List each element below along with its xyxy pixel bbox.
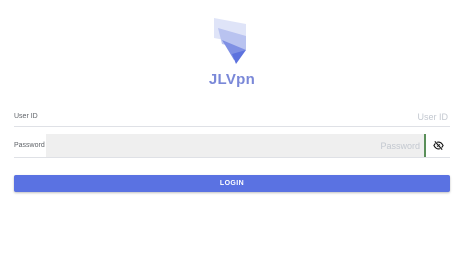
login-page: JLVpn User ID Password LOGIN: [0, 0, 464, 261]
user-id-row: User ID: [14, 107, 450, 127]
user-id-label: User ID: [14, 113, 38, 120]
jlvpn-logo-icon: [214, 18, 246, 64]
password-row: Password: [14, 134, 450, 158]
eye-slash-icon[interactable]: [426, 134, 450, 157]
user-id-input[interactable]: [46, 107, 450, 126]
login-button[interactable]: LOGIN: [14, 175, 450, 192]
app-title: JLVpn: [208, 71, 256, 88]
logo-area: JLVpn: [0, 14, 464, 88]
password-label: Password: [14, 142, 45, 149]
password-input[interactable]: [46, 134, 426, 157]
